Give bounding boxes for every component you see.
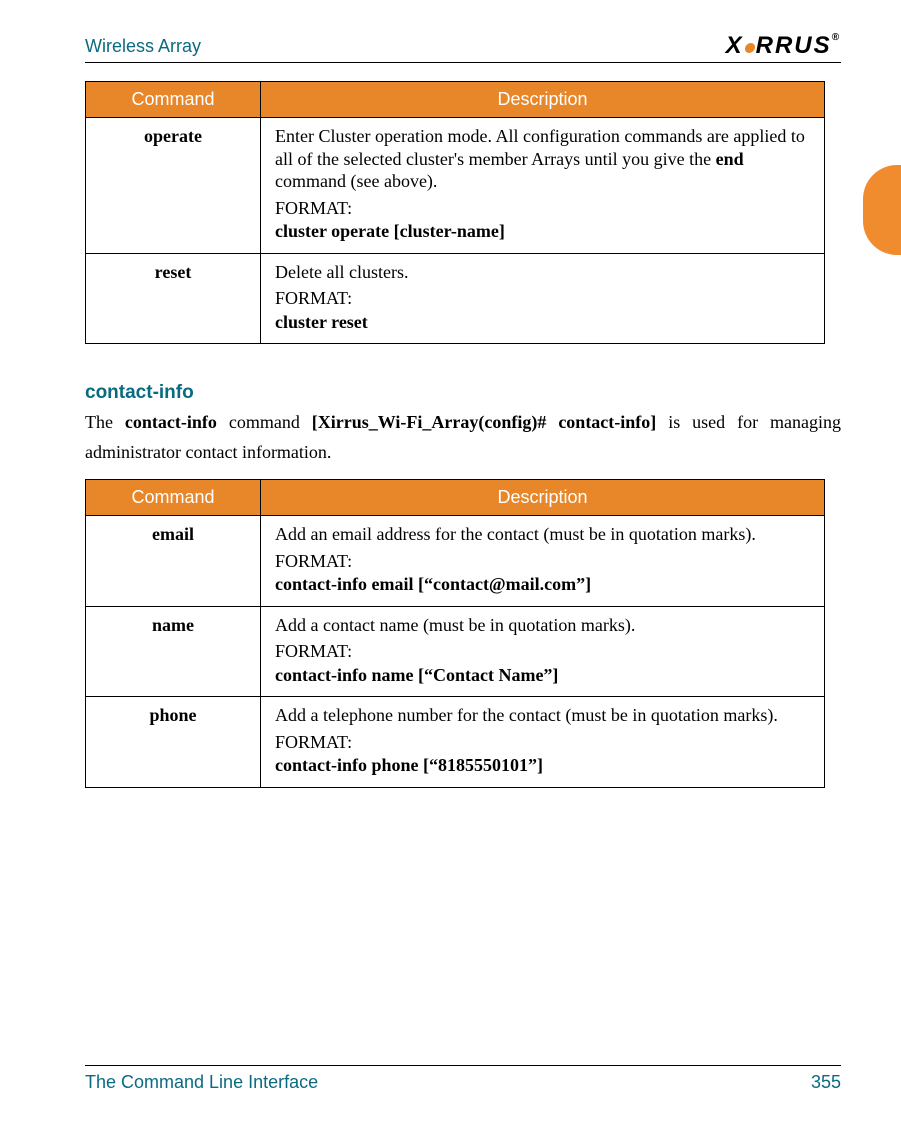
desc-text: Add a contact name (must be in quotation… (275, 614, 810, 637)
brand-logo: XRRUS® (726, 30, 841, 60)
contact-info-commands-table: Command Description email Add an email a… (85, 479, 825, 788)
format-value: cluster operate [cluster-name] (275, 220, 810, 243)
table-header-description: Description (261, 480, 825, 516)
table-row: name Add a contact name (must be in quot… (86, 606, 825, 697)
table-row: email Add an email address for the conta… (86, 516, 825, 607)
desc-text: command (see above). (275, 171, 437, 191)
format-label: FORMAT: (275, 197, 810, 220)
intro-bold: [Xirrus_Wi-Fi_Array(config)# contact-inf… (312, 412, 657, 432)
desc-text: Add an email address for the contact (mu… (275, 523, 810, 546)
desc-text: Add a telephone number for the contact (… (275, 704, 810, 727)
table-header-description: Description (261, 82, 825, 118)
page-header: Wireless Array XRRUS® (85, 30, 841, 63)
command-name: name (86, 606, 261, 697)
cluster-commands-table: Command Description operate Enter Cluste… (85, 81, 825, 344)
table-row: operate Enter Cluster operation mode. Al… (86, 118, 825, 254)
section-intro: The contact-info command [Xirrus_Wi-Fi_A… (85, 408, 841, 467)
footer-page-number: 355 (811, 1072, 841, 1093)
table-header-command: Command (86, 82, 261, 118)
footer-section-title: The Command Line Interface (85, 1072, 318, 1093)
table-header-command: Command (86, 480, 261, 516)
format-label: FORMAT: (275, 731, 810, 754)
desc-text: Delete all clusters. (275, 261, 810, 284)
command-description: Add a contact name (must be in quotation… (261, 606, 825, 697)
format-value: contact-info phone [“8185550101”] (275, 754, 810, 777)
desc-bold: end (716, 149, 744, 169)
command-description: Enter Cluster operation mode. All config… (261, 118, 825, 254)
table-row: phone Add a telephone number for the con… (86, 697, 825, 788)
format-label: FORMAT: (275, 550, 810, 573)
intro-text: command (217, 412, 312, 432)
command-description: Add a telephone number for the contact (… (261, 697, 825, 788)
intro-bold: contact-info (125, 412, 217, 432)
header-title: Wireless Array (85, 30, 201, 57)
page-side-tab (863, 165, 901, 255)
command-description: Add an email address for the contact (mu… (261, 516, 825, 607)
format-label: FORMAT: (275, 287, 810, 310)
command-description: Delete all clusters. FORMAT: cluster res… (261, 253, 825, 344)
command-name: reset (86, 253, 261, 344)
table-row: reset Delete all clusters. FORMAT: clust… (86, 253, 825, 344)
command-name: operate (86, 118, 261, 254)
command-name: phone (86, 697, 261, 788)
intro-text: The (85, 412, 125, 432)
format-value: cluster reset (275, 311, 810, 334)
command-name: email (86, 516, 261, 607)
format-label: FORMAT: (275, 640, 810, 663)
page-footer: The Command Line Interface 355 (85, 1065, 841, 1093)
format-value: contact-info email [“contact@mail.com”] (275, 573, 810, 596)
format-value: contact-info name [“Contact Name”] (275, 664, 810, 687)
section-heading: contact-info (85, 382, 841, 404)
